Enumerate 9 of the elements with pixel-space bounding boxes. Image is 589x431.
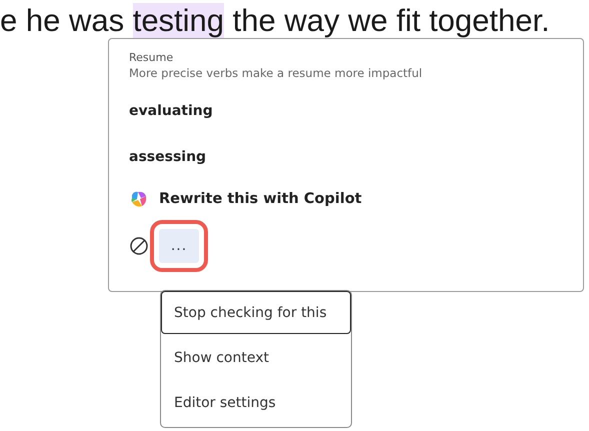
menu-item[interactable]: Stop checking for this	[161, 291, 351, 334]
category-label: Resume	[129, 51, 174, 65]
suggestion-description: More precise verbs make a resume more impactful	[129, 65, 424, 81]
copilot-logo-icon	[129, 189, 149, 209]
copilot-rewrite-button[interactable]: Rewrite this with Copilot	[129, 189, 362, 209]
suggestion-option[interactable]: assessing	[129, 143, 206, 171]
more-options-button[interactable]: ...	[159, 229, 199, 263]
ignore-icon[interactable]	[129, 236, 149, 256]
suggestion-option[interactable]: evaluating	[129, 97, 213, 125]
